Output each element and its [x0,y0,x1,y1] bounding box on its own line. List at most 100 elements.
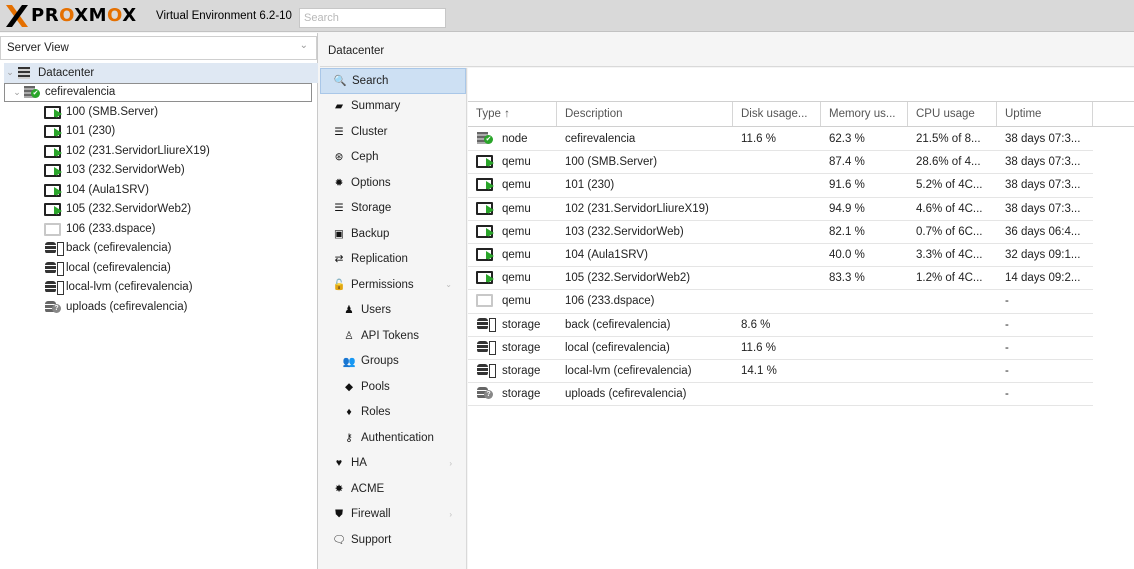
table-cell-uptime: - [1005,318,1009,331]
table-row[interactable]: storage local (cefirevalencia) 11.6 % - [468,337,1093,360]
table-cell-disk: 11.6 % [741,341,776,354]
table-cell-mem: 83.3 % [829,272,865,285]
table-row[interactable]: qemu 101 (230) 91.6 % 5.2% of 4C... 38 days … [468,174,1093,198]
chevron-down-icon: ⌄ [299,40,308,51]
table-cell-uptime: 38 days 07:3... [1005,179,1081,192]
menu-item-cluster[interactable]: ☰ Cluster [320,119,466,145]
tree-item[interactable]: 102 (231.ServidorLliureX19) [4,141,318,161]
vm-running-icon [476,270,494,285]
table-row[interactable]: qemu 106 (233.dspace) - [468,290,1093,314]
table-cell-disk [733,267,821,289]
menu-item-api-tokens[interactable]: ♙ API Tokens [320,323,466,349]
menu-item-replication[interactable]: ⇄ Replication [320,247,466,273]
menu-item-label: Backup [351,227,390,240]
tree-item[interactable]: 103 (232.ServidorWeb) [4,161,318,181]
table-cell-cpu: 0.7% of 6C... [916,225,983,238]
column-header[interactable]: Disk usage... [733,102,821,126]
table-cell-uptime: 38 days 07:3... [1005,156,1081,169]
tree-item-label: uploads (cefirevalencia) [66,300,188,313]
vm-running-icon [476,154,494,169]
expand-toggle-icon[interactable]: ⌄ [11,87,23,98]
menu-item-ceph[interactable]: ⊛ Ceph [320,145,466,171]
storage-icon [44,241,64,257]
table-row[interactable]: storage uploads (cefirevalencia) - [468,383,1093,407]
global-search-input[interactable] [299,8,446,28]
menu-item-firewall[interactable]: ⛊ Firewall › [320,502,466,528]
menu-item-groups[interactable]: 👥 Groups [320,349,466,375]
column-header[interactable]: CPU usage [908,102,997,126]
tree-item[interactable]: 101 (230) [4,122,318,142]
tree-item[interactable]: back (cefirevalencia) [4,239,318,259]
tree-item[interactable]: local (cefirevalencia) [4,258,318,278]
table-row[interactable]: qemu 103 (232.ServidorWeb) 82.1 % 0.7% of 6… [468,221,1093,244]
menu-item-users[interactable]: ♟ Users [320,298,466,324]
table-row[interactable]: qemu 104 (Aula1SRV) 40.0 % 3.3% of 4C... 32 … [468,244,1093,268]
table-cell-uptime: 32 days 09:1... [1005,249,1081,261]
tree-item-label: 102 (231.ServidorLliureX19) [66,144,210,157]
tree-item[interactable]: ⌄ Datacenter [4,63,318,83]
table-cell-cpu [908,337,997,359]
table-row[interactable]: qemu 105 (232.ServidorWeb2) 83.3 % 1.2% of … [468,267,1093,291]
search-icon: 🔍 [333,75,347,88]
table-row[interactable]: qemu 100 (SMB.Server) 87.4 % 28.6% of 4... 3… [468,151,1093,175]
table-cell-desc: 101 (230) [565,179,615,192]
retweet-icon: ⇄ [334,253,344,266]
menu-item-storage[interactable]: ☰ Storage [320,196,466,222]
menu-item-summary[interactable]: ▰ Summary [320,94,466,120]
table-row[interactable]: storage local-lvm (cefirevalencia) 14.1 % - [468,360,1093,384]
menu-item-ha[interactable]: ♥ HA › [320,451,466,477]
menu-item-authentication[interactable]: ⚷ Authentication [320,425,466,451]
datacenter-menu: 🔍 Search ▰ Summary ☰ Cluster ⊛ Ceph ✹ Options ☰ Sto… [320,68,467,569]
storage-icon [476,340,496,355]
tree-item[interactable]: 104 (Aula1SRV) [4,180,318,200]
tree-item[interactable]: 105 (232.ServidorWeb2) [4,200,318,220]
view-selector[interactable]: Server View ⌄ [0,36,317,60]
table-cell-mem [821,383,908,405]
tree-item-label: 101 (230) [66,125,116,138]
tree-item[interactable]: ⌄ cefirevalencia [4,82,312,102]
menu-item-label: HA [351,457,367,470]
table-cell-disk: 14.1 % [741,365,777,377]
unlock-icon: 🔓 [332,279,346,292]
table-cell-cpu: 28.6% of 4... [916,156,981,169]
column-header[interactable]: Type ↑ [468,102,557,126]
table-header: Type ↑ Description Disk usage... Memory us.… [468,101,1134,127]
table-cell-uptime: 38 days 07:3... [1005,133,1081,145]
column-header[interactable]: Uptime [997,102,1093,126]
row-type-label: qemu [502,225,531,238]
menu-item-roles[interactable]: ♦ Roles [320,400,466,426]
menu-item-acme[interactable]: ✸ ACME [320,476,466,502]
storage-icon [44,280,64,296]
tree-item[interactable]: uploads (cefirevalencia) [4,297,318,317]
table-cell-mem: 91.6 % [829,179,865,192]
table-row[interactable]: node cefirevalencia 11.6 % 62.3 % 21.5% of 8… [468,128,1093,152]
menu-item-backup[interactable]: ▣ Backup [320,221,466,247]
tree-item[interactable]: local-lvm (cefirevalencia) [4,278,318,298]
menu-item-pools[interactable]: ◆ Pools [320,374,466,400]
table-row[interactable]: qemu 102 (231.ServidorLliureX19) 94.9 % 4.6… [468,198,1093,221]
menu-item-options[interactable]: ✹ Options [320,170,466,196]
expand-toggle-icon[interactable]: ⌄ [4,67,16,78]
tree-item[interactable]: 100 (SMB.Server) [4,102,318,122]
storage-icon [44,261,64,276]
table-cell-desc: 102 (231.ServidorLliureX19) [565,202,709,215]
book-icon: ▰ [334,100,344,113]
tree-item-label: cefirevalencia [45,86,116,99]
column-header[interactable]: Description [557,102,733,126]
menu-item-support[interactable]: 🗨 Support [320,527,466,553]
menu-item-label: Groups [361,355,399,368]
table-cell-disk [733,290,821,312]
table-row[interactable]: storage back (cefirevalencia) 8.6 % - [468,314,1093,337]
menu-item-permissions[interactable]: 🔓 Permissions ⌄ [320,272,466,298]
vm-running-icon [44,124,62,139]
table-cell-desc: 100 (SMB.Server) [565,156,658,169]
tree-item[interactable]: 106 (233.dspace) [4,219,318,239]
table-cell-uptime: 38 days 07:3... [1005,202,1081,215]
table-cell-mem [821,314,908,336]
row-type-label: storage [502,365,541,377]
column-header[interactable]: Memory us... [821,102,908,126]
storage-unknown-icon [476,386,494,400]
menu-item-search[interactable]: 🔍 Search [320,68,466,94]
proxmox-logo[interactable]: PROXMOX [6,5,137,27]
menu-item-label: Firewall [351,508,391,521]
